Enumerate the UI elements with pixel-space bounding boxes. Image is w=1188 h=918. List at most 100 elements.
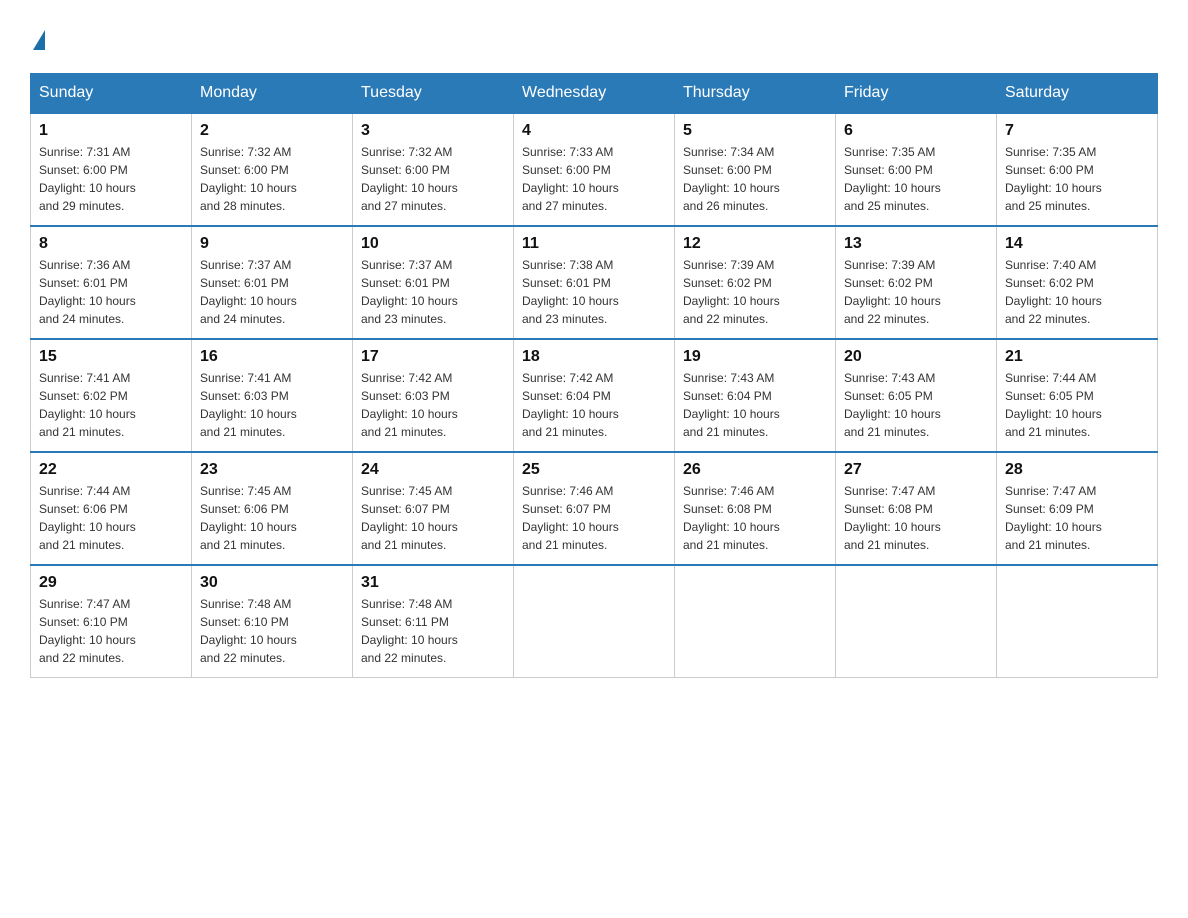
day-number: 9 [200, 235, 344, 253]
day-number: 15 [39, 348, 183, 366]
day-number: 2 [200, 122, 344, 140]
day-number: 14 [1005, 235, 1149, 253]
day-number: 5 [683, 122, 827, 140]
calendar-cell: 7 Sunrise: 7:35 AM Sunset: 6:00 PM Dayli… [997, 113, 1158, 226]
day-number: 8 [39, 235, 183, 253]
day-number: 11 [522, 235, 666, 253]
day-number: 23 [200, 461, 344, 479]
calendar-cell: 22 Sunrise: 7:44 AM Sunset: 6:06 PM Dayl… [31, 452, 192, 565]
day-number: 22 [39, 461, 183, 479]
day-number: 26 [683, 461, 827, 479]
calendar-cell: 4 Sunrise: 7:33 AM Sunset: 6:00 PM Dayli… [514, 113, 675, 226]
calendar-cell: 18 Sunrise: 7:42 AM Sunset: 6:04 PM Dayl… [514, 339, 675, 452]
header-sunday: Sunday [31, 73, 192, 113]
day-info: Sunrise: 7:47 AM Sunset: 6:08 PM Dayligh… [844, 484, 941, 552]
calendar-cell: 2 Sunrise: 7:32 AM Sunset: 6:00 PM Dayli… [192, 113, 353, 226]
day-info: Sunrise: 7:37 AM Sunset: 6:01 PM Dayligh… [361, 258, 458, 326]
calendar-cell: 3 Sunrise: 7:32 AM Sunset: 6:00 PM Dayli… [353, 113, 514, 226]
header-saturday: Saturday [997, 73, 1158, 113]
day-info: Sunrise: 7:42 AM Sunset: 6:04 PM Dayligh… [522, 371, 619, 439]
calendar-cell: 1 Sunrise: 7:31 AM Sunset: 6:00 PM Dayli… [31, 113, 192, 226]
day-info: Sunrise: 7:37 AM Sunset: 6:01 PM Dayligh… [200, 258, 297, 326]
calendar-cell: 26 Sunrise: 7:46 AM Sunset: 6:08 PM Dayl… [675, 452, 836, 565]
day-info: Sunrise: 7:46 AM Sunset: 6:08 PM Dayligh… [683, 484, 780, 552]
day-number: 10 [361, 235, 505, 253]
calendar-cell [997, 565, 1158, 678]
calendar-cell: 17 Sunrise: 7:42 AM Sunset: 6:03 PM Dayl… [353, 339, 514, 452]
day-info: Sunrise: 7:46 AM Sunset: 6:07 PM Dayligh… [522, 484, 619, 552]
day-info: Sunrise: 7:32 AM Sunset: 6:00 PM Dayligh… [200, 145, 297, 213]
calendar-cell: 24 Sunrise: 7:45 AM Sunset: 6:07 PM Dayl… [353, 452, 514, 565]
day-info: Sunrise: 7:38 AM Sunset: 6:01 PM Dayligh… [522, 258, 619, 326]
day-number: 12 [683, 235, 827, 253]
calendar-cell: 15 Sunrise: 7:41 AM Sunset: 6:02 PM Dayl… [31, 339, 192, 452]
calendar-week-row: 8 Sunrise: 7:36 AM Sunset: 6:01 PM Dayli… [31, 226, 1158, 339]
day-number: 16 [200, 348, 344, 366]
calendar-cell: 23 Sunrise: 7:45 AM Sunset: 6:06 PM Dayl… [192, 452, 353, 565]
day-number: 28 [1005, 461, 1149, 479]
day-number: 7 [1005, 122, 1149, 140]
day-info: Sunrise: 7:43 AM Sunset: 6:05 PM Dayligh… [844, 371, 941, 439]
calendar-cell: 13 Sunrise: 7:39 AM Sunset: 6:02 PM Dayl… [836, 226, 997, 339]
day-number: 25 [522, 461, 666, 479]
calendar-cell: 27 Sunrise: 7:47 AM Sunset: 6:08 PM Dayl… [836, 452, 997, 565]
day-number: 29 [39, 574, 183, 592]
calendar-week-row: 29 Sunrise: 7:47 AM Sunset: 6:10 PM Dayl… [31, 565, 1158, 678]
calendar-week-row: 1 Sunrise: 7:31 AM Sunset: 6:00 PM Dayli… [31, 113, 1158, 226]
day-number: 31 [361, 574, 505, 592]
calendar-cell: 19 Sunrise: 7:43 AM Sunset: 6:04 PM Dayl… [675, 339, 836, 452]
day-info: Sunrise: 7:45 AM Sunset: 6:06 PM Dayligh… [200, 484, 297, 552]
day-info: Sunrise: 7:48 AM Sunset: 6:10 PM Dayligh… [200, 597, 297, 665]
day-number: 30 [200, 574, 344, 592]
calendar-cell: 10 Sunrise: 7:37 AM Sunset: 6:01 PM Dayl… [353, 226, 514, 339]
calendar-cell [514, 565, 675, 678]
day-number: 19 [683, 348, 827, 366]
header-friday: Friday [836, 73, 997, 113]
calendar-cell: 21 Sunrise: 7:44 AM Sunset: 6:05 PM Dayl… [997, 339, 1158, 452]
day-info: Sunrise: 7:40 AM Sunset: 6:02 PM Dayligh… [1005, 258, 1102, 326]
calendar-cell: 16 Sunrise: 7:41 AM Sunset: 6:03 PM Dayl… [192, 339, 353, 452]
logo-text [30, 24, 45, 53]
day-info: Sunrise: 7:36 AM Sunset: 6:01 PM Dayligh… [39, 258, 136, 326]
day-info: Sunrise: 7:43 AM Sunset: 6:04 PM Dayligh… [683, 371, 780, 439]
day-info: Sunrise: 7:47 AM Sunset: 6:09 PM Dayligh… [1005, 484, 1102, 552]
day-info: Sunrise: 7:39 AM Sunset: 6:02 PM Dayligh… [683, 258, 780, 326]
day-info: Sunrise: 7:41 AM Sunset: 6:03 PM Dayligh… [200, 371, 297, 439]
day-info: Sunrise: 7:44 AM Sunset: 6:05 PM Dayligh… [1005, 371, 1102, 439]
day-info: Sunrise: 7:31 AM Sunset: 6:00 PM Dayligh… [39, 145, 136, 213]
calendar-week-row: 22 Sunrise: 7:44 AM Sunset: 6:06 PM Dayl… [31, 452, 1158, 565]
day-info: Sunrise: 7:47 AM Sunset: 6:10 PM Dayligh… [39, 597, 136, 665]
day-number: 20 [844, 348, 988, 366]
header-monday: Monday [192, 73, 353, 113]
day-info: Sunrise: 7:39 AM Sunset: 6:02 PM Dayligh… [844, 258, 941, 326]
header-thursday: Thursday [675, 73, 836, 113]
day-number: 18 [522, 348, 666, 366]
day-info: Sunrise: 7:34 AM Sunset: 6:00 PM Dayligh… [683, 145, 780, 213]
day-info: Sunrise: 7:41 AM Sunset: 6:02 PM Dayligh… [39, 371, 136, 439]
calendar-cell: 29 Sunrise: 7:47 AM Sunset: 6:10 PM Dayl… [31, 565, 192, 678]
day-number: 4 [522, 122, 666, 140]
day-number: 21 [1005, 348, 1149, 366]
logo [30, 24, 45, 53]
day-info: Sunrise: 7:48 AM Sunset: 6:11 PM Dayligh… [361, 597, 458, 665]
calendar-cell: 12 Sunrise: 7:39 AM Sunset: 6:02 PM Dayl… [675, 226, 836, 339]
calendar-cell: 8 Sunrise: 7:36 AM Sunset: 6:01 PM Dayli… [31, 226, 192, 339]
calendar-cell: 30 Sunrise: 7:48 AM Sunset: 6:10 PM Dayl… [192, 565, 353, 678]
calendar-cell: 11 Sunrise: 7:38 AM Sunset: 6:01 PM Dayl… [514, 226, 675, 339]
day-number: 6 [844, 122, 988, 140]
day-info: Sunrise: 7:35 AM Sunset: 6:00 PM Dayligh… [1005, 145, 1102, 213]
calendar-cell: 5 Sunrise: 7:34 AM Sunset: 6:00 PM Dayli… [675, 113, 836, 226]
calendar-cell: 14 Sunrise: 7:40 AM Sunset: 6:02 PM Dayl… [997, 226, 1158, 339]
day-info: Sunrise: 7:42 AM Sunset: 6:03 PM Dayligh… [361, 371, 458, 439]
calendar-cell: 9 Sunrise: 7:37 AM Sunset: 6:01 PM Dayli… [192, 226, 353, 339]
page-header [30, 24, 1158, 53]
day-info: Sunrise: 7:35 AM Sunset: 6:00 PM Dayligh… [844, 145, 941, 213]
day-number: 3 [361, 122, 505, 140]
calendar-cell: 31 Sunrise: 7:48 AM Sunset: 6:11 PM Dayl… [353, 565, 514, 678]
calendar-cell: 6 Sunrise: 7:35 AM Sunset: 6:00 PM Dayli… [836, 113, 997, 226]
header-tuesday: Tuesday [353, 73, 514, 113]
day-number: 1 [39, 122, 183, 140]
day-number: 24 [361, 461, 505, 479]
header-wednesday: Wednesday [514, 73, 675, 113]
calendar-header-row: SundayMondayTuesdayWednesdayThursdayFrid… [31, 73, 1158, 113]
